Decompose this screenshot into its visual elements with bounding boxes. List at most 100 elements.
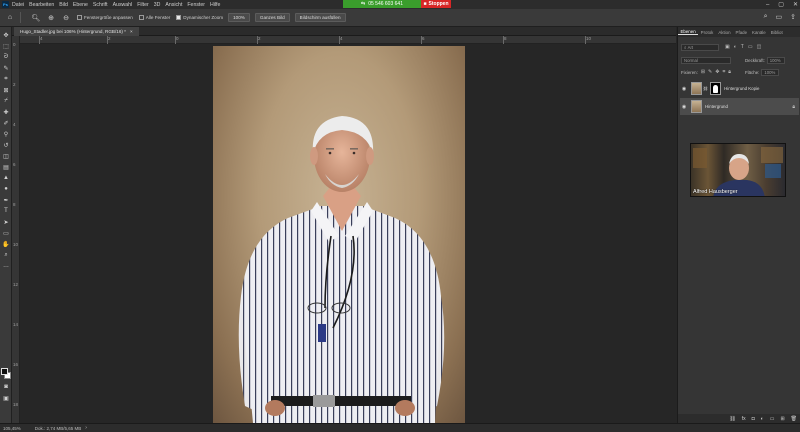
all-windows-checkbox[interactable]: Alle Fenster bbox=[138, 15, 170, 20]
zoom-tool-icon[interactable]: ⌕ bbox=[2, 251, 10, 259]
maximize-icon[interactable]: ▢ bbox=[778, 1, 784, 8]
tab-ebenen[interactable]: Ebenen bbox=[678, 29, 699, 35]
move-tool-icon[interactable]: ✥ bbox=[2, 31, 10, 39]
scrubby-zoom-checkbox[interactable]: Dynamischer Zoom bbox=[176, 15, 223, 20]
tab-pfade[interactable]: Pfade bbox=[733, 30, 749, 35]
lock-pixels-icon[interactable]: ⊞ bbox=[701, 69, 705, 75]
lock-artboard-icon[interactable]: ⌗ bbox=[722, 69, 725, 75]
tab-kanaele[interactable]: Kanäle bbox=[750, 30, 769, 35]
zoom-tool-icon[interactable]: 🔍︎ bbox=[31, 13, 41, 23]
stop-sharing-button[interactable]: ■ Stoppen bbox=[421, 0, 451, 8]
foreground-color-swatch[interactable] bbox=[1, 368, 8, 375]
lock-paint-icon[interactable]: ✎ bbox=[708, 69, 712, 75]
eye-icon[interactable]: ◉ bbox=[680, 104, 688, 110]
hand-tool-icon[interactable]: ✋ bbox=[2, 240, 10, 248]
menu-bild[interactable]: Bild bbox=[59, 2, 68, 8]
zoom-100-button[interactable]: 100% bbox=[228, 13, 250, 22]
menu-ansicht[interactable]: Ansicht bbox=[165, 2, 182, 8]
portrait-illustration bbox=[238, 116, 445, 423]
close-window-icon[interactable]: ✕ bbox=[793, 1, 798, 8]
pen-tool-icon[interactable]: ✒ bbox=[2, 196, 10, 204]
type-tool-icon[interactable]: T bbox=[2, 207, 10, 215]
new-group-icon[interactable]: ▭ bbox=[770, 416, 775, 422]
link-icon: ⛓ bbox=[703, 86, 709, 91]
opacity-input[interactable]: 100% bbox=[766, 56, 785, 64]
delete-layer-icon[interactable]: 🗑︎ bbox=[791, 416, 797, 422]
minimize-icon[interactable]: – bbox=[766, 2, 769, 8]
status-zoom[interactable]: 105,45% bbox=[3, 426, 21, 431]
eyedropper-tool-icon[interactable]: ⌿ bbox=[2, 97, 10, 105]
menu-schrift[interactable]: Schrift bbox=[93, 2, 108, 8]
eraser-tool-icon[interactable]: ◫ bbox=[2, 152, 10, 160]
fill-screen-button[interactable]: Bildschirm ausfüllen bbox=[294, 13, 346, 22]
filter-smart-icon[interactable]: ◫ bbox=[757, 44, 762, 50]
quick-mask-icon[interactable]: ◙ bbox=[2, 383, 10, 391]
tab-bibliotheken[interactable]: Bibliot bbox=[768, 30, 785, 35]
tab-protokoll[interactable]: Protok bbox=[698, 30, 716, 35]
dodge-tool-icon[interactable]: ● bbox=[2, 185, 10, 193]
fill-input[interactable]: 100% bbox=[761, 68, 780, 76]
layer-style-icon[interactable]: fx bbox=[742, 416, 746, 422]
frame-tool-icon[interactable]: ⊠ bbox=[2, 86, 10, 94]
blur-tool-icon[interactable]: ▲ bbox=[2, 174, 10, 182]
menu-hilfe[interactable]: Hilfe bbox=[210, 2, 220, 8]
adjustment-layer-icon[interactable]: ◐ bbox=[761, 416, 764, 422]
layer-thumbnail bbox=[691, 82, 702, 95]
close-icon[interactable]: × bbox=[130, 29, 133, 34]
menu-fenster[interactable]: Fenster bbox=[187, 2, 205, 8]
layer-mask-thumbnail[interactable] bbox=[710, 82, 722, 95]
filter-type-icon[interactable]: T bbox=[741, 44, 744, 50]
ruler-tick: 6 bbox=[421, 36, 425, 44]
ruler-tick: 4 bbox=[13, 122, 16, 127]
brush-tool-icon[interactable]: ✐ bbox=[2, 119, 10, 127]
layer-row-hintergrund[interactable]: ◉ Hintergrund 🔒︎ bbox=[680, 98, 799, 115]
add-mask-icon[interactable]: ◘ bbox=[752, 416, 755, 422]
blend-mode-select[interactable]: Normal bbox=[681, 56, 731, 64]
path-select-tool-icon[interactable]: ➤ bbox=[2, 218, 10, 226]
menu-ebene[interactable]: Ebene bbox=[73, 2, 88, 8]
lock-all-icon[interactable]: 🔒︎ bbox=[728, 69, 731, 75]
home-icon[interactable]: ⌂ bbox=[5, 13, 15, 23]
menu-filter[interactable]: Filter bbox=[137, 2, 149, 8]
zoom-in-icon[interactable]: ⊕ bbox=[46, 13, 56, 23]
menu-datei[interactable]: Datei bbox=[12, 2, 24, 8]
filter-pixel-icon[interactable]: ▣ bbox=[725, 44, 730, 50]
resize-windows-checkbox[interactable]: Fenstergröße anpassen bbox=[77, 15, 133, 20]
share-export-icon[interactable]: ⇪ bbox=[790, 13, 796, 21]
link-layers-icon[interactable]: ⛓ bbox=[729, 416, 735, 422]
menu-3d[interactable]: 3D bbox=[154, 2, 161, 8]
zoom-out-icon[interactable]: ⊖ bbox=[61, 13, 71, 23]
workspace-icon[interactable]: ▭ bbox=[776, 13, 783, 21]
menu-auswahl[interactable]: Auswahl bbox=[113, 2, 133, 8]
layer-filter-select[interactable]: ⌕ Art bbox=[681, 43, 719, 51]
menu-bearbeiten[interactable]: Bearbeiten bbox=[29, 2, 54, 8]
eye-icon[interactable]: ◉ bbox=[680, 86, 688, 92]
crop-tool-icon[interactable]: ⌗ bbox=[2, 75, 10, 83]
document-tab[interactable]: Hugo_Stadler.jpg bei 106% (Hintergrund, … bbox=[14, 27, 139, 36]
quick-select-tool-icon[interactable]: ✎ bbox=[2, 64, 10, 72]
lock-position-icon[interactable]: ✥ bbox=[715, 69, 719, 75]
more-tools-icon[interactable]: … bbox=[2, 262, 10, 270]
marquee-tool-icon[interactable]: ⬚ bbox=[2, 42, 10, 50]
history-brush-tool-icon[interactable]: ↺ bbox=[2, 141, 10, 149]
portrait-photo[interactable] bbox=[213, 46, 465, 423]
fit-screen-button[interactable]: Ganzes Bild bbox=[254, 13, 290, 22]
layer-row-hintergrund-kopie[interactable]: ◉ ⛓ Hintergrund Kopie bbox=[680, 80, 799, 97]
filter-shape-icon[interactable]: ▭ bbox=[748, 44, 753, 50]
gradient-tool-icon[interactable]: ▤ bbox=[2, 163, 10, 171]
layer-filter-row: ⌕ Art ▣ ◐ T ▭ ◫ bbox=[678, 42, 800, 52]
canvas-area[interactable] bbox=[21, 45, 676, 423]
ruler-tick: 0 bbox=[13, 42, 16, 47]
search-icon[interactable]: ⌕ bbox=[764, 13, 768, 21]
document-tab-title: Hugo_Stadler.jpg bei 106% (Hintergrund, … bbox=[20, 29, 126, 34]
new-layer-icon[interactable]: ⊞ bbox=[780, 416, 784, 422]
lock-row: Fixieren: ⊞ ✎ ✥ ⌗ 🔒︎ Fläche: 100% bbox=[678, 67, 800, 77]
clone-stamp-tool-icon[interactable]: ⚲ bbox=[2, 130, 10, 138]
shape-tool-icon[interactable]: ▭ bbox=[2, 229, 10, 237]
status-arrow-icon[interactable]: › bbox=[85, 425, 87, 431]
filter-adjust-icon[interactable]: ◐ bbox=[734, 44, 737, 50]
tab-aktionen[interactable]: Aktion bbox=[716, 30, 733, 35]
screen-mode-icon[interactable]: ▣ bbox=[2, 394, 10, 402]
lasso-tool-icon[interactable]: ᘐ bbox=[2, 53, 10, 61]
healing-brush-tool-icon[interactable]: ✚ bbox=[2, 108, 10, 116]
